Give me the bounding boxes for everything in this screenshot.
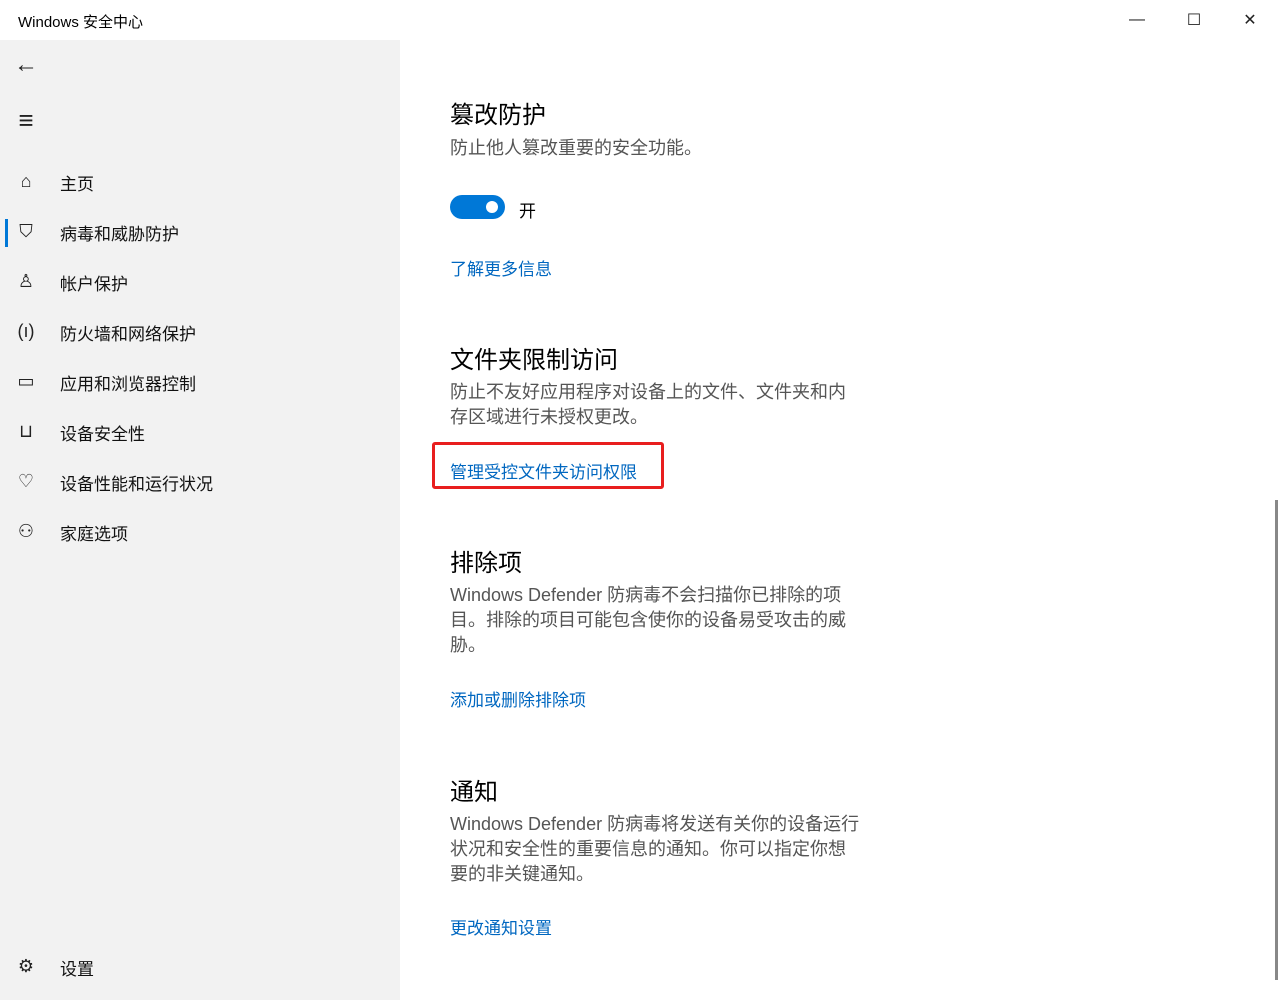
sidebar-item[interactable]: ⛉ 病毒和威胁防护 [0, 209, 400, 253]
sidebar-item-label: 病毒和威胁防护 [60, 225, 179, 244]
exclusions-title: 排除项 [450, 550, 522, 577]
sidebar-item[interactable]: ▭ 应用和浏览器控制 [0, 359, 400, 403]
sidebar: ← ≡ ⌂ 主页 ⛉ 病毒和威胁防护 ♙ 帐户保护 (ı) 防火墙和网络保护 ▭ 应用和浏览器控制… [0, 40, 400, 1000]
close-button[interactable]: ✕ [1222, 0, 1278, 40]
maximize-button[interactable]: ☐ [1166, 0, 1222, 40]
tamper-desc: 防止他人篡改重要的安全功能。 [450, 138, 702, 158]
laptop-icon: ⊔ [18, 420, 34, 441]
sidebar-item-label: 设置 [60, 960, 94, 979]
learn-more-link[interactable]: 了解更多信息 [450, 255, 552, 280]
sidebar-item-label: 应用和浏览器控制 [60, 375, 196, 394]
sidebar-item-label: 家庭选项 [60, 525, 128, 544]
family-icon: ⚇ [17, 520, 35, 541]
sidebar-item-settings[interactable]: ⚙ 设置 [0, 944, 400, 988]
title-bar: Windows 安全中心 — ☐ ✕ [0, 0, 1280, 40]
back-icon[interactable]: ← [14, 51, 38, 78]
exclusions-desc: Windows Defender 防病毒不会扫描你已排除的项目。排除的项目可能包… [450, 585, 846, 655]
manage-cfa-link[interactable]: 管理受控文件夹访问权限 [450, 458, 637, 483]
sidebar-item-label: 设备性能和运行状况 [60, 475, 213, 494]
sidebar-item-label: 主页 [60, 175, 94, 194]
browser-icon: ▭ [17, 370, 35, 391]
person-icon: ♙ [17, 270, 35, 291]
hamburger-menu-icon[interactable]: ≡ [14, 105, 38, 135]
selected-indicator [5, 219, 8, 247]
toggle-knob [486, 201, 498, 213]
sidebar-item[interactable]: ♡ 设备性能和运行状况 [0, 459, 400, 503]
heart-icon: ♡ [17, 470, 35, 491]
minimize-button[interactable]: — [1109, 0, 1165, 40]
notifications-link[interactable]: 更改通知设置 [450, 914, 552, 939]
sidebar-item[interactable]: ⌂ 主页 [0, 159, 400, 203]
exclusions-link[interactable]: 添加或删除排除项 [450, 686, 586, 711]
wireless-icon: (ı) [17, 320, 35, 341]
gear-icon: ⚙ [17, 955, 35, 976]
shield-icon: ⛉ [19, 220, 33, 241]
sidebar-item[interactable]: ⊔ 设备安全性 [0, 409, 400, 453]
sidebar-item-label: 设备安全性 [60, 425, 145, 444]
notifications-title: 通知 [450, 779, 498, 806]
notifications-desc: Windows Defender 防病毒将发送有关你的设备运行状况和安全性的重要… [450, 814, 860, 884]
sidebar-item[interactable]: ⚇ 家庭选项 [0, 509, 400, 553]
cfa-title: 文件夹限制访问 [450, 347, 618, 374]
window-title: Windows 安全中心 [18, 14, 144, 31]
scrollbar[interactable] [1275, 500, 1278, 980]
sidebar-item[interactable]: (ı) 防火墙和网络保护 [0, 309, 400, 353]
cfa-desc: 防止不友好应用程序对设备上的文件、文件夹和内存区域进行未授权更改。 [450, 382, 846, 427]
sidebar-item-label: 防火墙和网络保护 [60, 325, 196, 344]
tamper-toggle[interactable] [450, 195, 505, 219]
sidebar-item-label: 帐户保护 [60, 275, 128, 294]
toggle-state-label: 开 [519, 202, 536, 221]
tamper-title: 篡改防护 [450, 102, 546, 129]
home-icon: ⌂ [20, 170, 32, 191]
sidebar-item[interactable]: ♙ 帐户保护 [0, 259, 400, 303]
